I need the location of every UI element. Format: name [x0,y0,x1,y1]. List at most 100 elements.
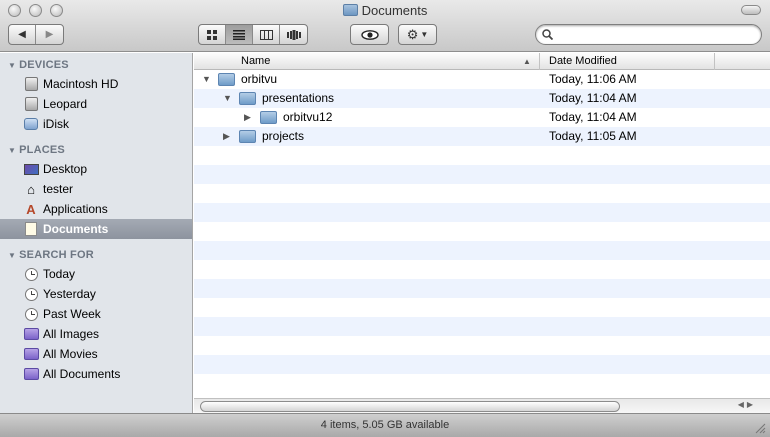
disclosure-expanded-icon[interactable]: ▼ [223,93,232,103]
folder-icon [342,4,358,16]
disclosure-triangle-icon: ▼ [8,61,17,70]
sidebar-item-all-movies[interactable]: All Movies [0,344,192,364]
empty-row [194,241,770,260]
action-menu-button[interactable]: ⚙ ▼ [398,24,437,45]
disclosure-triangle-icon: ▼ [8,146,17,155]
horizontal-scrollbar[interactable]: ◀▶ [194,398,770,413]
empty-row [194,298,770,317]
sidebar-item-label: Desktop [43,162,88,176]
hard-disk-icon [23,97,39,111]
disclosure-collapsed-icon[interactable]: ▶ [244,112,251,123]
folder-icon [218,73,235,86]
sidebar-item-label: Macintosh HD [43,77,119,91]
scroll-right-icon[interactable]: ▶ [747,400,756,409]
empty-row [194,146,770,165]
empty-row [194,317,770,336]
date-modified: Today, 11:04 AM [549,110,637,124]
column-divider[interactable] [714,53,715,70]
sidebar-item-label: All Movies [43,347,98,361]
sidebar-item-tester[interactable]: ⌂ tester [0,179,192,199]
empty-row [194,374,770,393]
sidebar-section-search-for[interactable]: ▼ SEARCH FOR [8,249,94,261]
file-name: orbitvu [241,72,278,86]
scroll-arrows[interactable]: ◀▶ [738,400,756,409]
sidebar-section-devices[interactable]: ▼ DEVICES [8,59,69,71]
sidebar-item-past-week[interactable]: Past Week [0,304,192,324]
toolbar-toggle-button[interactable] [741,5,761,15]
empty-row [194,203,770,222]
table-row[interactable]: ▼ presentations Today, 11:04 AM [194,89,770,108]
sidebar-item-applications[interactable]: A Applications [0,199,192,219]
column-view-button[interactable] [253,25,280,44]
column-header-name[interactable]: Name [241,55,270,67]
icon-view-button[interactable] [199,25,226,44]
empty-row [194,279,770,298]
home-icon: ⌂ [27,181,35,197]
table-row[interactable]: ▶ orbitvu12 Today, 11:04 AM [194,108,770,127]
forward-arrow-icon: ▶ [45,29,54,40]
sidebar-section-places[interactable]: ▼ PLACES [8,144,65,156]
section-title: DEVICES [19,59,69,71]
disclosure-expanded-icon[interactable]: ▼ [202,74,211,84]
file-name: orbitvu12 [283,110,333,124]
scroll-left-icon[interactable]: ◀ [738,400,747,409]
list-view-button[interactable] [226,25,253,44]
window-titlebar: Documents ◀ ▶ ⚙ ▼ [0,0,770,52]
forward-button[interactable]: ▶ [36,25,63,44]
sidebar-item-leopard[interactable]: Leopard [0,94,192,114]
back-button[interactable]: ◀ [9,25,36,44]
resize-grip-icon[interactable] [755,423,766,434]
file-rows: ▼ orbitvu Today, 11:06 AM ▼ presentation… [194,70,770,393]
quick-look-button[interactable] [350,24,389,45]
section-title: PLACES [19,144,65,156]
date-modified: Today, 11:06 AM [549,72,637,86]
table-row[interactable]: ▶ projects Today, 11:05 AM [194,127,770,146]
sidebar-item-macintosh-hd[interactable]: Macintosh HD [0,74,192,94]
idisk-icon [23,117,39,131]
file-name: projects [262,129,305,143]
sidebar-item-label: Yesterday [43,287,96,301]
file-list: Name ▲ Date Modified ▼ orbitvu Today, 11… [194,53,770,398]
folder-icon [239,92,256,105]
sidebar-item-label: Past Week [43,307,101,321]
disclosure-collapsed-icon[interactable]: ▶ [223,131,230,142]
section-title: SEARCH FOR [19,249,94,261]
smart-folder-icon [23,327,39,341]
smart-folder-icon [23,347,39,361]
search-field[interactable] [535,24,762,45]
empty-row [194,184,770,203]
column-divider[interactable] [539,53,540,70]
sidebar-item-idisk[interactable]: iDisk [0,114,192,134]
coverflow-view-button[interactable] [280,25,307,44]
folder-icon [239,130,256,143]
sidebar-item-label: Leopard [43,97,88,111]
sidebar-item-all-images[interactable]: All Images [0,324,192,344]
gear-icon: ⚙ [406,26,419,42]
sidebar-item-label: Documents [43,222,109,236]
table-row[interactable]: ▼ orbitvu Today, 11:06 AM [194,70,770,89]
applications-icon: A [26,201,36,217]
disclosure-triangle-icon: ▼ [8,251,17,260]
chevron-down-icon: ▼ [420,30,429,39]
desktop-icon [23,162,39,176]
sidebar-item-all-documents[interactable]: All Documents [0,364,192,384]
sidebar-item-label: iDisk [43,117,69,131]
search-icon [542,29,553,40]
sidebar-item-today[interactable]: Today [0,264,192,284]
sidebar-item-label: Today [43,267,76,281]
sidebar-item-documents[interactable]: Documents [0,219,192,239]
column-header-date-modified[interactable]: Date Modified [549,55,617,67]
sidebar-item-label: Applications [43,202,108,216]
clock-icon [23,267,39,281]
scrollbar-thumb[interactable] [200,401,620,412]
status-bar: 4 items, 5.05 GB available [0,413,770,437]
smart-folder-icon [23,367,39,381]
empty-row [194,222,770,241]
search-input[interactable] [556,27,756,42]
empty-row [194,165,770,184]
sidebar-item-desktop[interactable]: Desktop [0,159,192,179]
sidebar-item-yesterday[interactable]: Yesterday [0,284,192,304]
documents-icon [23,222,39,236]
coverflow-icon [286,29,301,40]
column-header-bar: Name ▲ Date Modified [194,53,770,70]
